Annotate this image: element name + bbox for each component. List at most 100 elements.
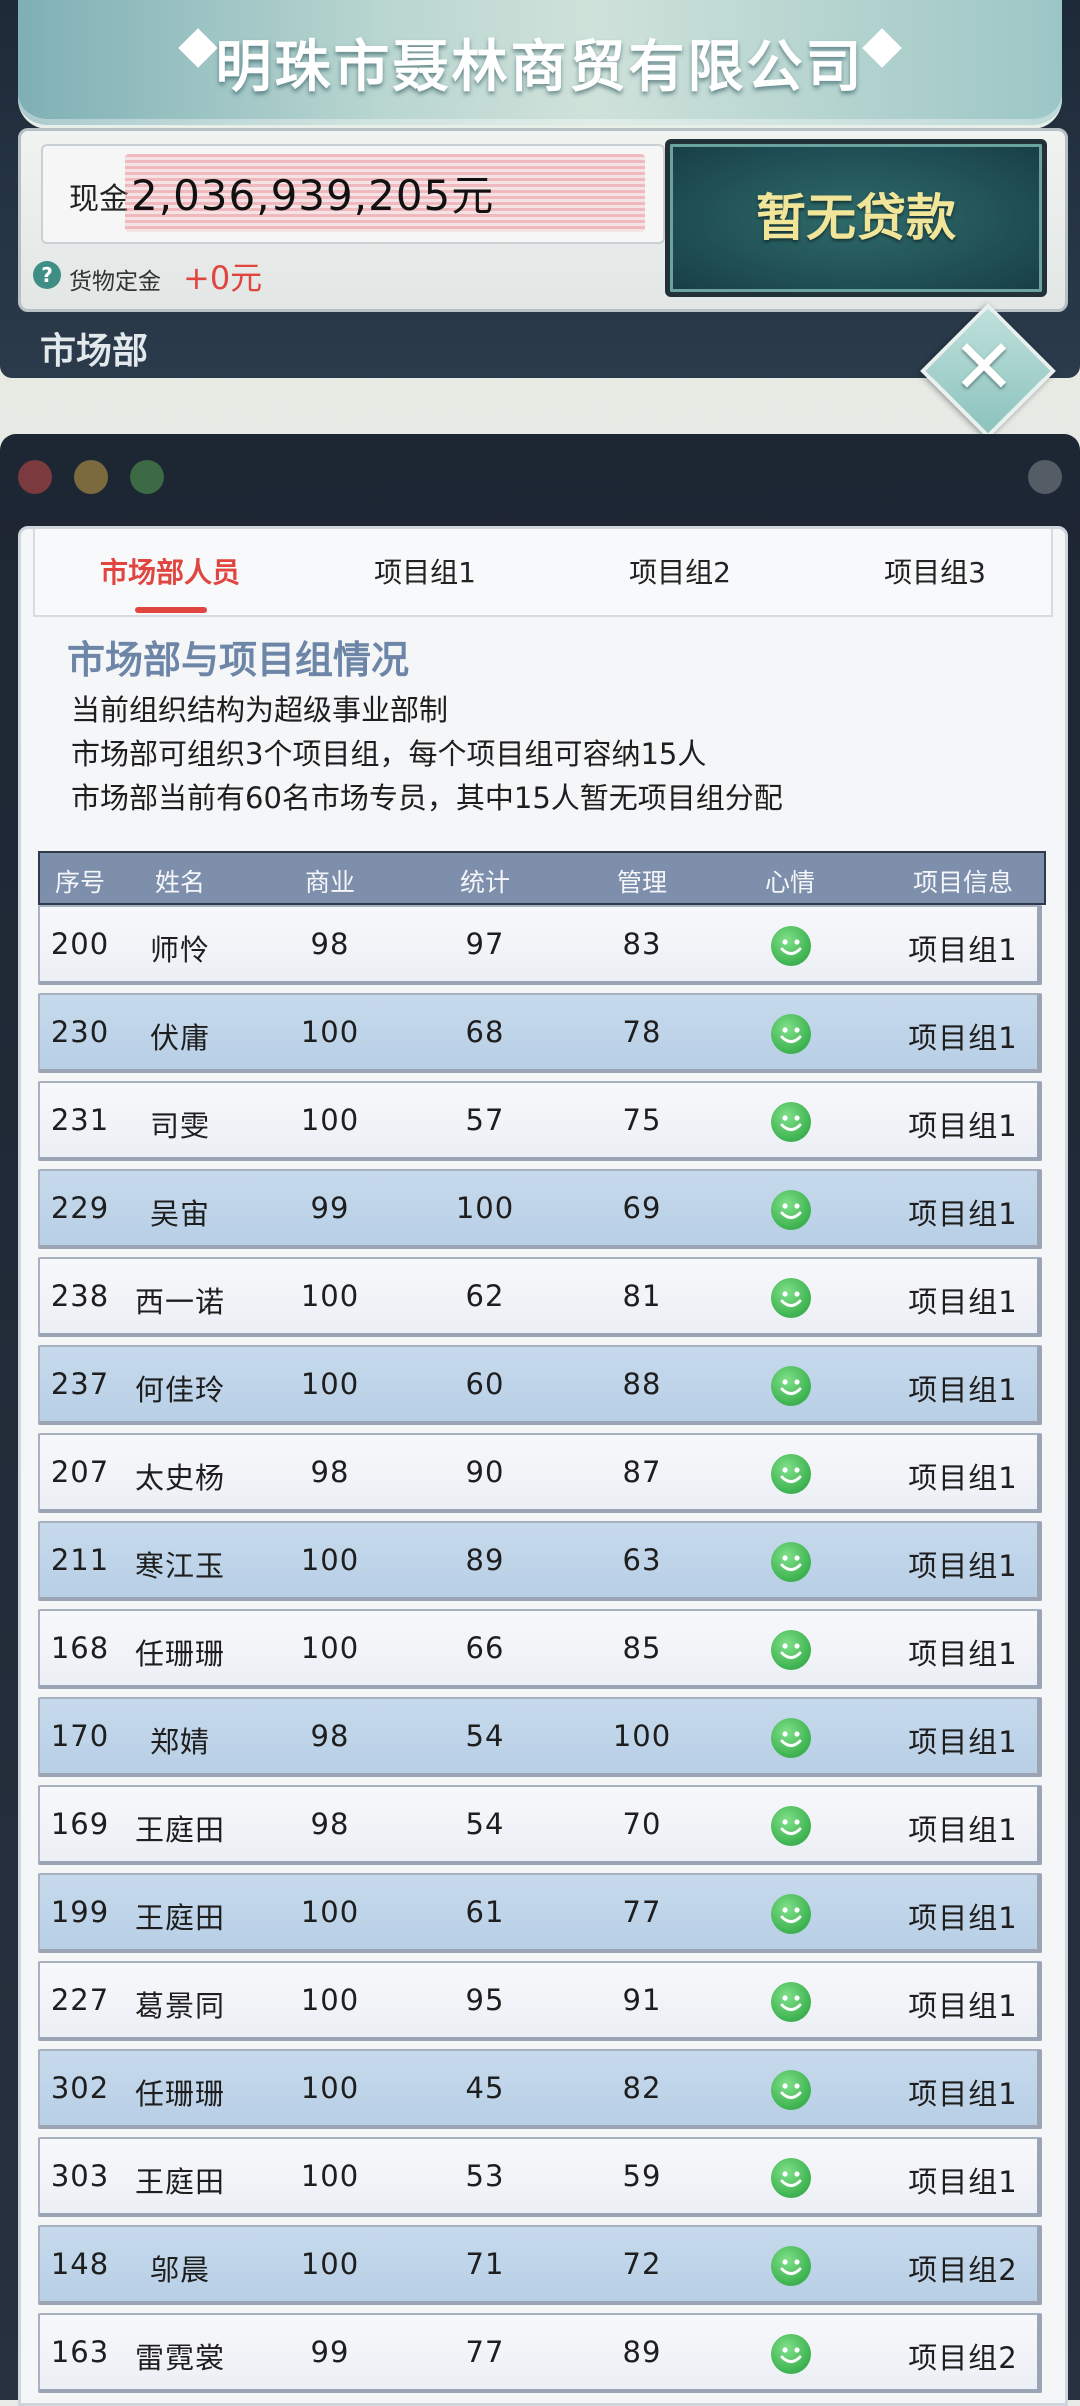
stats-score: 77 bbox=[465, 2335, 505, 2369]
table-row[interactable]: 238 西一诺 100 62 81 项目组1 bbox=[38, 1257, 1042, 1337]
mgmt-score: 59 bbox=[622, 2159, 662, 2193]
stats-score: 57 bbox=[465, 1103, 505, 1137]
stats-score: 61 bbox=[465, 1895, 505, 1929]
tab-marketing-staff[interactable]: 市场部人员 bbox=[50, 551, 290, 591]
company-name: 明珠市聂林商贸有限公司 bbox=[215, 35, 865, 100]
staff-id: 231 bbox=[50, 1103, 110, 1137]
window-dot-yellow bbox=[74, 460, 108, 494]
happy-face-icon bbox=[771, 1454, 811, 1494]
table-row[interactable]: 207 太史杨 98 90 87 项目组1 bbox=[38, 1433, 1042, 1513]
staff-id: 148 bbox=[50, 2247, 110, 2281]
stats-score: 89 bbox=[465, 1543, 505, 1577]
happy-face-icon bbox=[771, 1806, 811, 1846]
project-info: 项目组1 bbox=[908, 1549, 1018, 1583]
mgmt-score: 77 bbox=[622, 1895, 662, 1929]
stats-score: 95 bbox=[465, 1983, 505, 2017]
table-row[interactable]: 163 雷霓裳 99 77 89 项目组2 bbox=[38, 2313, 1042, 2393]
table-row[interactable]: 199 王庭田 100 61 77 项目组1 bbox=[38, 1873, 1042, 1953]
staff-name: 西一诺 bbox=[134, 1285, 225, 1319]
staff-name: 王庭田 bbox=[134, 1901, 225, 1935]
table-row[interactable]: 302 任珊珊 100 45 82 项目组1 bbox=[38, 2049, 1042, 2129]
table-header: 序号 姓名 商业 统计 管理 心情 项目信息 bbox=[38, 851, 1046, 905]
happy-face-icon bbox=[771, 1982, 811, 2022]
happy-face-icon bbox=[771, 1542, 811, 1582]
cash-display: 现金 2,036,939,205元 bbox=[41, 144, 665, 244]
stats-score: 60 bbox=[465, 1367, 505, 1401]
mgmt-score: 91 bbox=[622, 1983, 662, 2017]
happy-face-icon bbox=[771, 1894, 811, 1934]
table-row[interactable]: 303 王庭田 100 53 59 项目组1 bbox=[38, 2137, 1042, 2217]
business-score: 100 bbox=[300, 1103, 360, 1137]
mgmt-score: 81 bbox=[622, 1279, 662, 1313]
table-row[interactable]: 231 司雯 100 57 75 项目组1 bbox=[38, 1081, 1042, 1161]
mgmt-score: 63 bbox=[622, 1543, 662, 1577]
company-header-panel: 明珠市聂林商贸有限公司 现金 2,036,939,205元 暂无贷款 ? 货物定… bbox=[0, 0, 1080, 378]
mgmt-score: 87 bbox=[622, 1455, 662, 1489]
staff-name: 雷霓裳 bbox=[134, 2341, 225, 2375]
staff-id: 199 bbox=[50, 1895, 110, 1929]
staff-name: 王庭田 bbox=[134, 2165, 225, 2199]
happy-face-icon bbox=[771, 926, 811, 966]
cash-value: 2,036,939,205元 bbox=[131, 171, 495, 220]
business-score: 100 bbox=[300, 1983, 360, 2017]
table-row[interactable]: 227 葛景同 100 95 91 项目组1 bbox=[38, 1961, 1042, 2041]
happy-face-icon bbox=[771, 2334, 811, 2374]
table-row[interactable]: 211 寒江玉 100 89 63 项目组1 bbox=[38, 1521, 1042, 1601]
staff-name: 郑婧 bbox=[149, 1725, 210, 1759]
staff-name: 邬晨 bbox=[149, 2253, 210, 2287]
mgmt-score: 83 bbox=[622, 927, 662, 961]
table-row[interactable]: 230 伏庸 100 68 78 项目组1 bbox=[38, 993, 1042, 1073]
question-icon[interactable]: ? bbox=[33, 261, 61, 289]
stats-score: 62 bbox=[465, 1279, 505, 1313]
project-info: 项目组1 bbox=[908, 1901, 1018, 1935]
deposit-value: +0元 bbox=[183, 259, 263, 297]
staff-name: 王庭田 bbox=[134, 1813, 225, 1847]
department-title: 市场部 bbox=[40, 331, 149, 372]
staff-id: 237 bbox=[50, 1367, 110, 1401]
tab-project-group-2[interactable]: 项目组2 bbox=[560, 551, 800, 591]
mgmt-score: 78 bbox=[622, 1015, 662, 1049]
happy-face-icon bbox=[771, 1366, 811, 1406]
project-info: 项目组1 bbox=[908, 1725, 1018, 1759]
deposit-label: 货物定金 bbox=[69, 269, 161, 295]
close-icon[interactable]: ✕ bbox=[940, 323, 1028, 411]
business-score: 99 bbox=[310, 1191, 350, 1225]
project-info: 项目组2 bbox=[908, 2341, 1018, 2375]
stats-score: 90 bbox=[465, 1455, 505, 1489]
project-info: 项目组1 bbox=[908, 933, 1018, 967]
table-row[interactable]: 237 何佳玲 100 60 88 项目组1 bbox=[38, 1345, 1042, 1425]
staff-id: 200 bbox=[50, 927, 110, 961]
project-info: 项目组1 bbox=[908, 1813, 1018, 1847]
happy-face-icon bbox=[771, 1630, 811, 1670]
business-score: 98 bbox=[310, 1719, 350, 1753]
tab-project-group-1[interactable]: 项目组1 bbox=[305, 551, 545, 591]
stats-score: 97 bbox=[465, 927, 505, 961]
staff-name: 司雯 bbox=[149, 1109, 210, 1143]
window-dot-red bbox=[18, 460, 52, 494]
mgmt-score: 72 bbox=[622, 2247, 662, 2281]
staff-name: 任珊珊 bbox=[134, 2077, 225, 2111]
table-row[interactable]: 169 王庭田 98 54 70 项目组1 bbox=[38, 1785, 1042, 1865]
section-title: 市场部与项目组情况 bbox=[67, 638, 410, 682]
table-row[interactable]: 148 邬晨 100 71 72 项目组2 bbox=[38, 2225, 1042, 2305]
staff-id: 302 bbox=[50, 2071, 110, 2105]
table-row[interactable]: 229 吴宙 99 100 69 项目组1 bbox=[38, 1169, 1042, 1249]
mgmt-score: 69 bbox=[622, 1191, 662, 1225]
column-header-id: 序号 bbox=[54, 868, 105, 897]
business-score: 98 bbox=[310, 927, 350, 961]
column-header-stats: 统计 bbox=[459, 868, 510, 897]
happy-face-icon bbox=[771, 2158, 811, 2198]
tab-project-group-3[interactable]: 项目组3 bbox=[815, 551, 1055, 591]
staff-name: 吴宙 bbox=[149, 1197, 210, 1231]
column-header-name: 姓名 bbox=[154, 868, 205, 897]
company-banner: 明珠市聂林商贸有限公司 bbox=[18, 0, 1062, 129]
staff-name: 师怜 bbox=[149, 933, 210, 967]
table-row[interactable]: 170 郑婧 98 54 100 项目组1 bbox=[38, 1697, 1042, 1777]
staff-id: 229 bbox=[50, 1191, 110, 1225]
loan-button[interactable]: 暂无贷款 bbox=[665, 139, 1047, 297]
project-info: 项目组1 bbox=[908, 1197, 1018, 1231]
column-header-mood: 心情 bbox=[764, 868, 815, 897]
table-row[interactable]: 200 师怜 98 97 83 项目组1 bbox=[38, 905, 1042, 985]
table-row[interactable]: 168 任珊珊 100 66 85 项目组1 bbox=[38, 1609, 1042, 1689]
business-score: 100 bbox=[300, 1279, 360, 1313]
